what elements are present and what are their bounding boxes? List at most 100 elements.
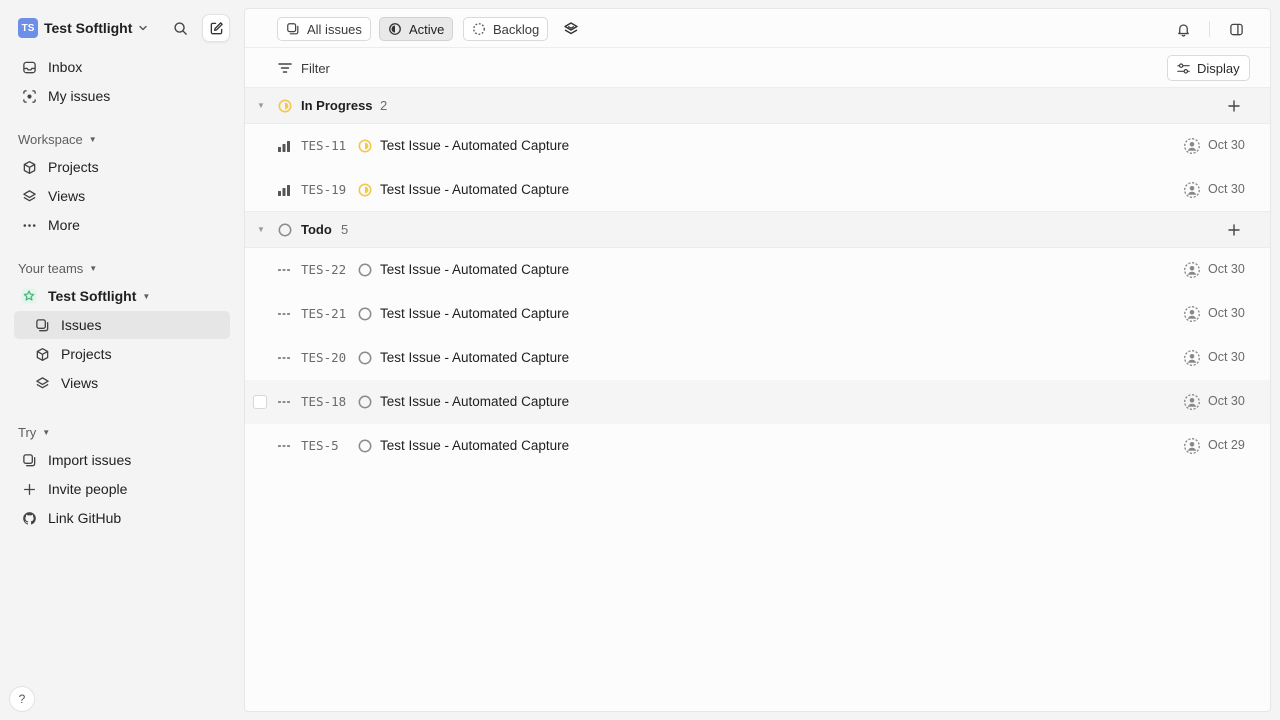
caret-down-icon: ▼ [88,135,97,144]
unassigned-avatar-icon[interactable] [1183,393,1201,411]
unassigned-avatar-icon[interactable] [1183,137,1201,155]
sidebar-team-test-softlight[interactable]: Test Softlight ▼ [14,282,230,310]
no-priority-icon [277,439,291,453]
section-label: Workspace [18,132,83,147]
sidebar-item-label: More [48,217,80,233]
issue-row[interactable]: TES-20 Test Issue - Automated Capture Oc… [245,336,1270,380]
issue-row[interactable]: TES-5 Test Issue - Automated Capture Oct… [245,424,1270,468]
sidebar-item-label: Inbox [48,59,83,75]
issues-icon [286,22,300,36]
toggle-details-panel-button[interactable] [1226,19,1246,39]
chevron-down-icon [138,21,148,36]
tab-all-issues[interactable]: All issues [277,17,371,41]
group-header-in-progress[interactable]: ▼ In Progress 2 [245,87,1270,124]
issue-id: TES-18 [301,394,347,409]
sidebar-item-link-github[interactable]: Link GitHub [14,504,230,532]
sidebar: TS Test Softlight Inbox My issues Worksp… [0,0,244,720]
caret-down-icon: ▼ [257,225,265,234]
add-issue-button[interactable] [1226,98,1242,114]
in-progress-icon[interactable] [358,139,372,153]
tab-label: Backlog [493,21,540,37]
sidebar-item-label: Projects [61,346,112,362]
issue-title: Test Issue - Automated Capture [380,394,570,409]
sidebar-item-team-issues[interactable]: Issues [14,311,230,339]
priority-high-icon [277,183,291,197]
tab-active[interactable]: Active [379,17,454,41]
unassigned-avatar-icon[interactable] [1183,437,1201,455]
section-label: Try [18,425,37,440]
issue-title: Test Issue - Automated Capture [380,306,570,321]
plus-icon [1228,100,1240,112]
display-button[interactable]: Display [1167,55,1250,81]
group-name: In Progress [301,98,373,113]
issue-date: Oct 30 [1208,350,1245,364]
filter-button[interactable]: Filter [277,58,330,78]
workspace-name: Test Softlight [44,20,133,36]
plus-icon [1228,224,1240,236]
sidebar-item-inbox[interactable]: Inbox [14,53,230,81]
issue-id: TES-21 [301,306,347,321]
sidebar-item-label: Import issues [48,452,132,468]
issue-row[interactable]: TES-11 Test Issue - Automated Capture Oc… [245,124,1270,168]
sidebar-item-my-issues[interactable]: My issues [14,82,230,110]
filter-bar: Filter Display [245,48,1270,88]
sidebar-item-more[interactable]: More [14,211,230,239]
unassigned-avatar-icon[interactable] [1183,305,1201,323]
notifications-button[interactable] [1173,19,1193,39]
in-progress-icon[interactable] [358,183,372,197]
issue-title: Test Issue - Automated Capture [380,262,570,277]
sidebar-item-team-projects[interactable]: Projects [14,340,230,368]
workspace-section-toggle[interactable]: Workspace ▼ [18,132,97,147]
in-progress-icon [278,99,292,113]
tab-backlog[interactable]: Backlog [463,17,549,41]
issues-icon [33,316,51,334]
todo-icon[interactable] [358,395,372,409]
workspace-switcher[interactable]: TS Test Softlight [18,17,148,39]
issue-row[interactable]: TES-21 Test Issue - Automated Capture Oc… [245,292,1270,336]
issue-date: Oct 30 [1208,138,1245,152]
unassigned-avatar-icon[interactable] [1183,349,1201,367]
sidebar-item-label: Projects [48,159,99,175]
todo-icon[interactable] [358,351,372,365]
try-section-toggle[interactable]: Try ▼ [18,425,50,440]
todo-icon[interactable] [358,439,372,453]
row-select-checkbox[interactable] [253,395,267,409]
layers-icon [33,374,51,392]
tab-label: All issues [307,21,362,37]
section-label: Your teams [18,261,84,276]
unassigned-avatar-icon[interactable] [1183,261,1201,279]
group-count: 2 [380,98,388,113]
help-button[interactable]: ? [9,686,35,712]
issue-row[interactable]: TES-22 Test Issue - Automated Capture Oc… [245,248,1270,292]
issue-id: TES-20 [301,350,347,365]
tab-label: Active [409,21,445,37]
new-issue-button[interactable] [202,14,230,42]
search-button[interactable] [170,18,190,38]
group-header-todo[interactable]: ▼ Todo 5 [245,211,1270,248]
compose-icon [210,21,223,34]
unassigned-avatar-icon[interactable] [1183,181,1201,199]
cube-icon [20,158,38,176]
sidebar-item-views[interactable]: Views [14,182,230,210]
sidebar-item-label: My issues [48,88,111,104]
sidebar-item-team-views[interactable]: Views [14,369,230,397]
filter-icon [277,60,293,76]
sidebar-item-label: Invite people [48,481,128,497]
bell-icon [1177,23,1189,37]
add-issue-button[interactable] [1226,222,1242,238]
priority-high-icon [277,139,291,153]
sidebar-item-invite-people[interactable]: Invite people [14,475,230,503]
issue-row[interactable]: TES-18 Test Issue - Automated Capture Oc… [245,380,1270,424]
no-priority-icon [277,263,291,277]
display-label: Display [1197,60,1240,76]
inbox-icon [20,58,38,76]
issue-row[interactable]: TES-19 Test Issue - Automated Capture Oc… [245,168,1270,212]
teams-section-toggle[interactable]: Your teams ▼ [18,261,97,276]
sidebar-item-projects[interactable]: Projects [14,153,230,181]
todo-icon[interactable] [358,307,372,321]
view-options-button[interactable] [561,19,581,39]
todo-icon[interactable] [358,263,372,277]
issue-title: Test Issue - Automated Capture [380,350,570,365]
layers-icon [20,187,38,205]
sidebar-item-import-issues[interactable]: Import issues [14,446,230,474]
